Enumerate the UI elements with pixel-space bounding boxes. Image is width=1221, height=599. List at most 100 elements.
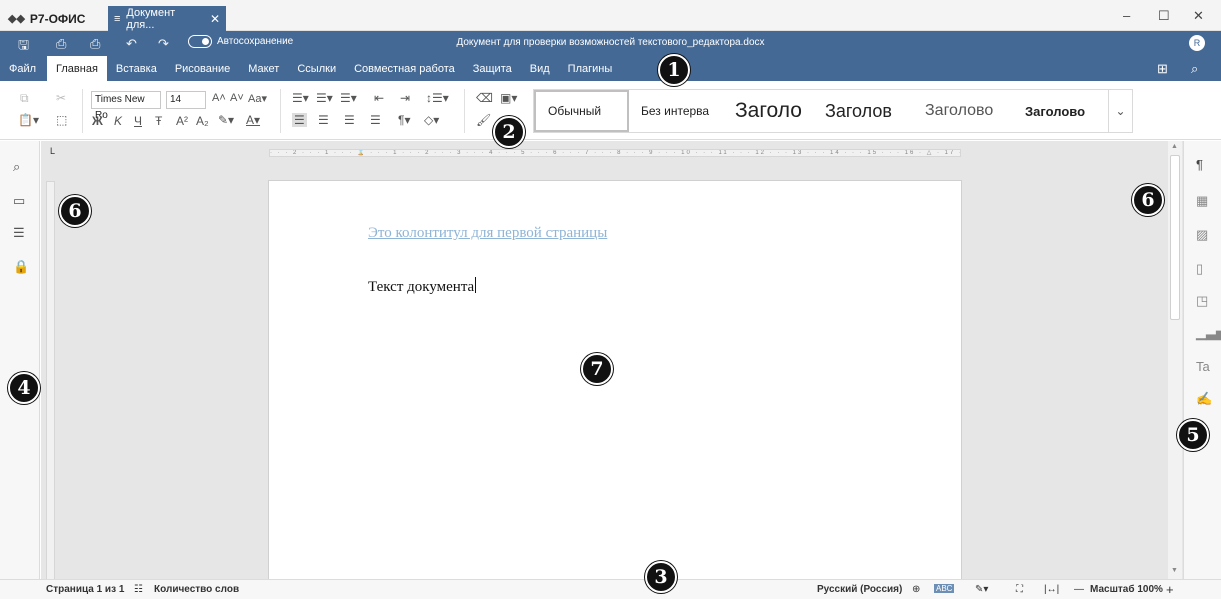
clear-style-icon[interactable]: ⌫: [476, 91, 493, 105]
textart-settings-icon[interactable]: Ta: [1196, 359, 1210, 374]
horizontal-ruler[interactable]: · · · 2 · · · 1 · · · ⌛ · · · 1 · · · 2 …: [269, 149, 961, 157]
justify-icon[interactable]: ☰: [370, 113, 381, 127]
increase-indent-icon[interactable]: ⇥: [400, 91, 410, 105]
align-right-icon[interactable]: ☰: [344, 113, 355, 127]
image-settings-icon[interactable]: ▨: [1196, 227, 1208, 243]
close-tab-icon[interactable]: ✕: [210, 12, 220, 26]
user-avatar[interactable]: R: [1189, 35, 1205, 51]
numbering-icon[interactable]: ☰▾: [316, 91, 333, 105]
align-center-icon[interactable]: ☰: [318, 113, 329, 127]
globe-icon[interactable]: ⊕: [912, 584, 920, 595]
bullets-icon[interactable]: ☰▾: [292, 91, 309, 105]
callout-7: 7: [581, 353, 613, 385]
menu-collaboration[interactable]: Совместная работа: [345, 56, 464, 81]
track-changes-icon[interactable]: ✎▾: [975, 584, 988, 595]
strikethrough-icon[interactable]: Ŧ: [155, 114, 162, 128]
app-header: 🖫 ⎙ ⎙ ↶ ↷ Автосохранение Документ для пр…: [0, 31, 1221, 81]
decrease-indent-icon[interactable]: ⇤: [374, 91, 384, 105]
scroll-up-icon[interactable]: ▲: [1171, 143, 1178, 150]
select-all-icon[interactable]: ⬚: [56, 113, 67, 127]
document-page[interactable]: Это колонтитул для первой страницы Текст…: [268, 180, 962, 579]
font-size-select[interactable]: 14: [166, 91, 206, 109]
style-heading-3[interactable]: Заголово: [913, 90, 1013, 132]
shape-settings-icon[interactable]: ◳: [1196, 293, 1208, 309]
copy-icon[interactable]: ⧉: [20, 91, 29, 106]
align-left-icon[interactable]: ☰: [292, 113, 307, 127]
paste-icon[interactable]: 📋▾: [18, 113, 39, 127]
underline-icon[interactable]: Ч: [134, 114, 142, 128]
open-location-icon[interactable]: ⊞: [1157, 61, 1168, 77]
spellcheck-icon[interactable]: ABC: [934, 584, 955, 593]
minimize-icon[interactable]: –: [1123, 8, 1130, 23]
table-settings-icon[interactable]: ▦: [1196, 193, 1208, 209]
menu-plugins[interactable]: Плагины: [559, 56, 622, 81]
zoom-in-icon[interactable]: +: [1166, 582, 1174, 597]
change-case-icon[interactable]: Aa▾: [248, 92, 267, 105]
menu-view[interactable]: Вид: [521, 56, 559, 81]
menu-references[interactable]: Ссылки: [288, 56, 345, 81]
font-shrink-icon[interactable]: A˅: [230, 92, 244, 104]
cut-icon[interactable]: ✂: [56, 91, 66, 105]
page-info[interactable]: Страница 1 из 1: [46, 584, 124, 595]
vertical-ruler[interactable]: [46, 181, 55, 579]
style-normal[interactable]: Обычный: [534, 90, 629, 132]
search-icon[interactable]: ⌕: [13, 159, 20, 175]
menu-protection[interactable]: Защита: [464, 56, 521, 81]
highlight-color-icon[interactable]: ✎▾: [218, 113, 234, 127]
body-text[interactable]: Текст документа: [368, 279, 474, 295]
callout-1: 1: [658, 54, 690, 86]
menu-insert[interactable]: Вставка: [107, 56, 166, 81]
style-heading-1[interactable]: Заголо: [723, 90, 813, 132]
style-no-spacing[interactable]: Без интерва: [629, 90, 723, 132]
style-heading-4[interactable]: Заголово: [1013, 90, 1108, 132]
menu-draw[interactable]: Рисование: [166, 56, 239, 81]
paragraph-settings-icon[interactable]: ¶: [1196, 157, 1203, 172]
app-tab[interactable]: ◆◆ Р7-ОФИС: [8, 6, 85, 31]
menu-layout[interactable]: Макет: [239, 56, 288, 81]
font-name-select[interactable]: Times New Ro: [91, 91, 161, 121]
shading-icon[interactable]: ◇▾: [424, 113, 439, 127]
language-select[interactable]: Русский (Россия): [817, 584, 902, 595]
document-tab[interactable]: ≡ Документ для... ✕: [108, 6, 226, 31]
tab-stop-selector[interactable]: L: [50, 146, 55, 156]
font-grow-icon[interactable]: A˄: [212, 92, 226, 104]
fit-width-icon[interactable]: |↔|: [1044, 584, 1059, 595]
chart-settings-icon[interactable]: ▁▃▅: [1196, 325, 1221, 341]
menu-file[interactable]: Файл: [0, 56, 45, 81]
format-painter-icon[interactable]: 🖌: [476, 113, 491, 127]
toolbar: ⧉ ✂ 📋▾ ⬚ Times New Ro 14 A˄ A˅ Aa▾ Ж K Ч…: [0, 81, 1221, 140]
header-footer-settings-icon[interactable]: ▯: [1196, 261, 1203, 277]
menu-bar: Файл Главная Вставка Рисование Макет Ссы…: [0, 56, 1221, 81]
scrollbar-thumb[interactable]: [1170, 155, 1180, 320]
page-header-text[interactable]: Это колонтитул для первой страницы: [368, 225, 607, 242]
multilevel-list-icon[interactable]: ☰▾: [340, 91, 357, 105]
callout-6: 6: [59, 195, 91, 227]
line-spacing-icon[interactable]: ↕☰▾: [426, 91, 449, 105]
comments-icon[interactable]: ▭: [13, 193, 25, 209]
subscript-icon[interactable]: A₂: [196, 114, 209, 128]
chevron-down-icon[interactable]: ⌄: [1108, 90, 1132, 132]
toolbar-separator: [82, 89, 83, 133]
copy-style-icon[interactable]: ▣▾: [500, 91, 517, 105]
vertical-scrollbar[interactable]: ▲ ▼: [1168, 141, 1182, 579]
lock-icon[interactable]: 🔒: [13, 259, 29, 275]
menu-home[interactable]: Главная: [47, 56, 107, 81]
zoom-out-icon[interactable]: —: [1074, 584, 1084, 595]
font-color-icon[interactable]: A▾: [246, 113, 260, 127]
zoom-level[interactable]: Масштаб 100%: [1090, 584, 1163, 595]
bold-icon[interactable]: Ж: [92, 114, 103, 128]
word-count[interactable]: Количество слов: [154, 584, 239, 595]
search-icon[interactable]: ⌕: [1191, 61, 1198, 77]
signature-settings-icon[interactable]: ✍: [1196, 391, 1212, 407]
close-window-icon[interactable]: ✕: [1193, 8, 1204, 24]
style-heading-2[interactable]: Заголов: [813, 90, 913, 132]
document-body[interactable]: Текст документа: [368, 277, 477, 296]
scroll-down-icon[interactable]: ▼: [1171, 567, 1178, 574]
fit-page-icon[interactable]: ⛶: [1016, 584, 1023, 595]
document-canvas[interactable]: L · · · 2 · · · 1 · · · ⌛ · · · 1 · · · …: [41, 141, 1183, 579]
navigation-icon[interactable]: ☰: [13, 225, 25, 241]
italic-icon[interactable]: K: [114, 114, 122, 128]
maximize-icon[interactable]: ☐: [1158, 8, 1170, 24]
superscript-icon[interactable]: A²: [176, 114, 188, 128]
nonprinting-chars-icon[interactable]: ¶▾: [398, 113, 410, 127]
